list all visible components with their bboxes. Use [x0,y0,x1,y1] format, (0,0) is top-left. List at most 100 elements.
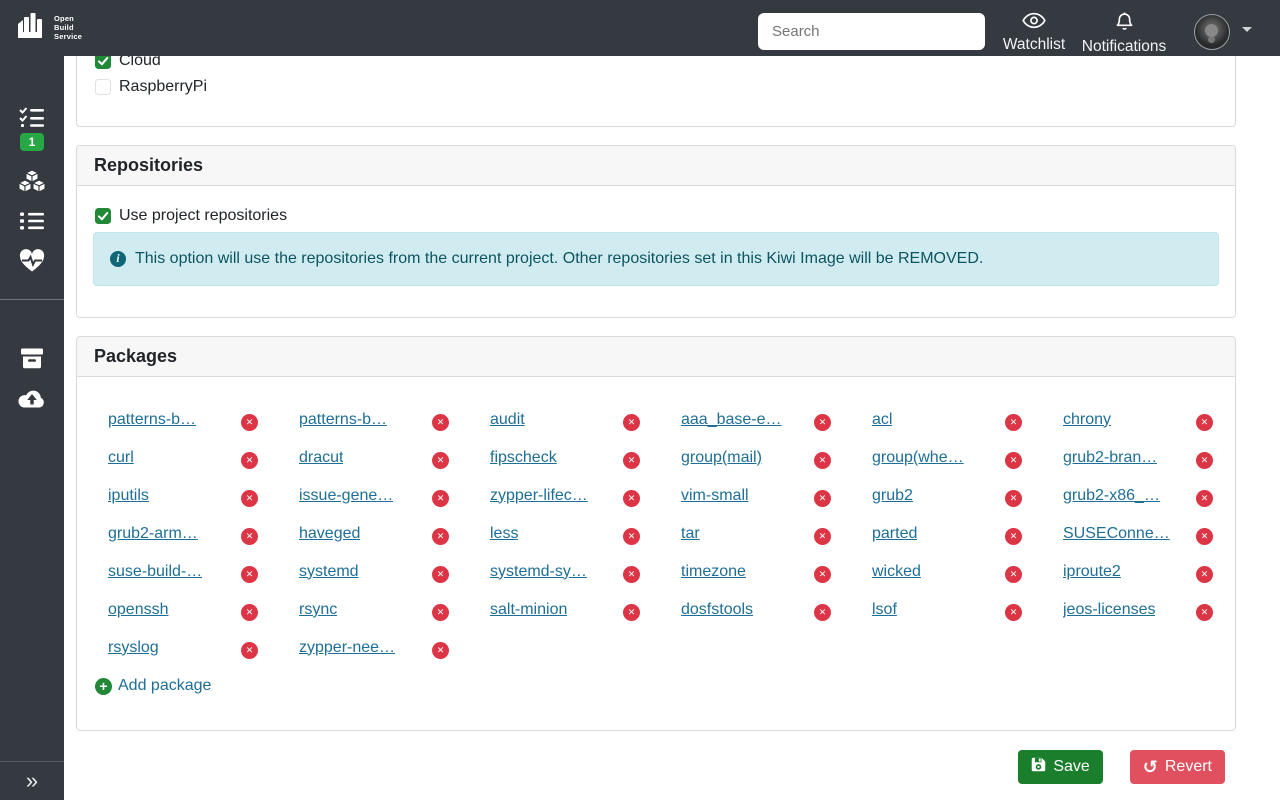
package-link[interactable]: grub2 [872,487,913,505]
package-link[interactable]: audit [490,411,525,429]
package-link[interactable]: SUSEConne… [1063,525,1170,543]
delete-package-icon[interactable]: ✕ [1196,604,1213,621]
revert-button[interactable]: ↺ Revert [1130,750,1225,784]
package-link[interactable]: group(whe… [872,449,964,467]
package-link[interactable]: patterns-b… [108,411,196,429]
package-link[interactable]: haveged [299,525,360,543]
sidebar-expand-button[interactable]: » [0,761,64,800]
package-link[interactable]: timezone [681,563,746,581]
delete-package-icon[interactable]: ✕ [1005,452,1022,469]
delete-package-icon[interactable]: ✕ [241,414,258,431]
package-link[interactable]: zypper-lifec… [490,487,588,505]
package-link[interactable]: lsof [872,601,897,619]
delete-package-icon[interactable]: ✕ [241,490,258,507]
delete-package-icon[interactable]: ✕ [1196,414,1213,431]
package-link[interactable]: dracut [299,449,343,467]
package-link[interactable]: aaa_base-e… [681,411,782,429]
delete-package-icon[interactable]: ✕ [432,642,449,659]
tasks-checklist-icon[interactable] [18,105,46,129]
list-icon[interactable] [18,209,46,233]
delete-package-icon[interactable]: ✕ [1005,414,1022,431]
delete-package-icon[interactable]: ✕ [241,528,258,545]
package-link[interactable]: vim-small [681,487,749,505]
delete-package-icon[interactable]: ✕ [814,414,831,431]
add-package-link[interactable]: Add package [118,677,211,695]
delete-package-icon[interactable]: ✕ [241,642,258,659]
delete-package-icon[interactable]: ✕ [432,452,449,469]
package-link-box: patterns-b… [299,411,432,434]
delete-package-icon[interactable]: ✕ [1196,566,1213,583]
cloud-upload-icon[interactable] [18,386,46,410]
delete-package-icon[interactable]: ✕ [241,452,258,469]
delete-package-icon[interactable]: ✕ [814,490,831,507]
delete-package-icon[interactable]: ✕ [623,490,640,507]
delete-package-icon[interactable]: ✕ [241,566,258,583]
delete-package-icon[interactable]: ✕ [623,528,640,545]
package-link[interactable]: chrony [1063,411,1111,429]
package-link[interactable]: acl [872,411,892,429]
package-link[interactable]: rsyslog [108,639,159,657]
delete-package-icon[interactable]: ✕ [1005,490,1022,507]
delete-package-icon[interactable]: ✕ [814,604,831,621]
delete-package-icon[interactable]: ✕ [814,528,831,545]
delete-package-icon[interactable]: ✕ [1196,490,1213,507]
package-link[interactable]: grub2-bran… [1063,449,1157,467]
delete-package-icon[interactable]: ✕ [1005,566,1022,583]
delete-package-icon[interactable]: ✕ [432,490,449,507]
package-link[interactable]: group(mail) [681,449,762,467]
delete-package-icon[interactable]: ✕ [623,414,640,431]
package-link-box: patterns-b… [108,411,241,434]
delete-package-icon[interactable]: ✕ [432,414,449,431]
package-link[interactable]: patterns-b… [299,411,387,429]
delete-package-icon[interactable]: ✕ [623,566,640,583]
delete-package-icon[interactable]: ✕ [1196,528,1213,545]
obs-logo[interactable]: Open Build Service [14,8,82,47]
delete-package-icon[interactable]: ✕ [432,528,449,545]
package-link[interactable]: curl [108,449,134,467]
package-link[interactable]: systemd [299,563,359,581]
package-link[interactable]: zypper-nee… [299,639,395,657]
package-link[interactable]: parted [872,525,917,543]
package-link[interactable]: dosfstools [681,601,753,619]
delete-package-icon[interactable]: ✕ [623,452,640,469]
package-link[interactable]: tar [681,525,700,543]
package-link[interactable]: salt-minion [490,601,567,619]
package-link[interactable]: iputils [108,487,149,505]
package-link[interactable]: jeos-licenses [1063,601,1155,619]
delete-package-icon[interactable]: ✕ [1196,452,1213,469]
delete-package-icon[interactable]: ✕ [814,566,831,583]
save-button[interactable]: Save [1018,750,1102,784]
user-avatar[interactable] [1194,14,1230,50]
watchlist-button[interactable]: Watchlist [1002,12,1066,53]
package-link[interactable]: rsync [299,601,337,619]
package-link[interactable]: openssh [108,601,169,619]
packages-card-body: patterns-b… ✕ patterns-b… ✕ audit ✕ aaa_base-e… [77,377,1235,699]
caret-down-icon[interactable] [1242,27,1252,32]
delete-package-icon[interactable]: ✕ [623,604,640,621]
package-link[interactable]: suse-build-… [108,563,202,581]
circle-plus-icon[interactable]: + [95,678,112,695]
package-link[interactable]: fipscheck [490,449,557,467]
package-link[interactable]: grub2-x86_… [1063,487,1160,505]
archive-icon[interactable] [18,346,46,370]
package-link[interactable]: issue-gene… [299,487,393,505]
package-link[interactable]: iproute2 [1063,563,1121,581]
delete-package-icon[interactable]: ✕ [1005,604,1022,621]
delete-package-icon[interactable]: ✕ [432,604,449,621]
hardware-option-checkbox[interactable] [95,79,111,95]
package-link[interactable]: wicked [872,563,921,581]
health-monitor-icon[interactable] [18,249,46,273]
delete-package-icon[interactable]: ✕ [432,566,449,583]
delete-package-icon[interactable]: ✕ [1005,528,1022,545]
use-project-repositories-checkbox[interactable] [95,208,111,224]
package-link[interactable]: systemd-sy… [490,563,587,581]
package-link[interactable]: less [490,525,518,543]
delete-package-icon[interactable]: ✕ [241,604,258,621]
notifications-button[interactable]: Notifications [1074,12,1174,55]
package-item: audit ✕ [490,403,681,441]
hardware-option-row: RaspberryPi [77,74,1235,100]
search-input[interactable] [758,13,985,50]
delete-package-icon[interactable]: ✕ [814,452,831,469]
package-link[interactable]: grub2-arm… [108,525,198,543]
packages-cubes-icon[interactable] [18,169,46,193]
